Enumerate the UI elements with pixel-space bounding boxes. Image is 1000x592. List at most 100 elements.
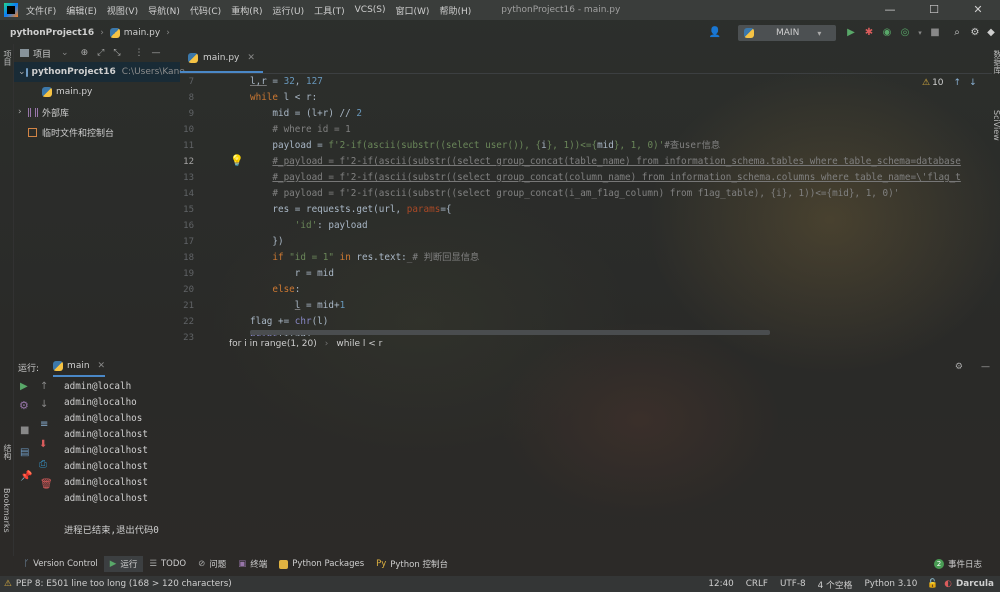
hide-icon[interactable]: — <box>981 362 990 372</box>
tool-problems[interactable]: ⊘ 问题 <box>192 556 232 572</box>
caret-position[interactable]: 12:40 <box>708 579 733 589</box>
bookmarks-tool-button[interactable]: Bookmarks <box>2 488 11 533</box>
code-line: }) <box>250 236 284 247</box>
breadcrumb-project[interactable]: pythonProject16 <box>10 28 94 38</box>
close-button[interactable]: ✕ <box>956 0 1000 20</box>
pin-icon[interactable]: 📌 <box>20 471 32 482</box>
settings-icon[interactable]: ⚙ <box>19 399 29 412</box>
structure-tool-button[interactable]: 结构 <box>2 444 13 460</box>
tree-item-main-py[interactable]: main.py <box>14 82 180 102</box>
trash-icon[interactable]: 🗑 <box>40 479 53 490</box>
menu-window[interactable]: 窗口(W) <box>396 4 430 17</box>
tool-event-log[interactable]: 2 事件日志 <box>928 556 988 572</box>
project-tool-button[interactable]: 项目 <box>2 50 13 66</box>
tool-window-bar: ᚴ Version Control ▶ 运行 ☰ TODO ⊘ 问题 ▣ 终端 Pytho… <box>0 556 1000 572</box>
collapse-all-icon[interactable]: ⤡ <box>113 48 120 58</box>
close-tab-icon[interactable]: ✕ <box>247 53 255 63</box>
run-config-label: MAIN <box>776 28 800 38</box>
scroll-to-end-icon[interactable]: ⬇ <box>39 439 47 450</box>
menu-tools[interactable]: 工具(T) <box>314 4 345 17</box>
menu-run[interactable]: 运行(U) <box>272 4 304 17</box>
code-breadcrumbs: for i in range(1, 20) › while l < r <box>220 336 962 352</box>
editor: main.py ✕ ⚠ 10 ↑ ↓ 7 8 9 10 11 12 13 14 … <box>180 44 992 350</box>
line-number: 18 <box>183 253 194 263</box>
scroll-down-icon[interactable]: ↓ <box>40 399 48 410</box>
scroll-up-icon[interactable]: ↑ <box>40 381 48 392</box>
status-message[interactable]: PEP 8: E501 line too long (168 > 120 cha… <box>16 579 232 589</box>
project-panel-title[interactable]: 项目 <box>33 47 51 60</box>
line-separator[interactable]: CRLF <box>746 579 768 589</box>
tool-todo[interactable]: ☰ TODO <box>143 556 192 572</box>
tree-item-label: 临时文件和控制台 <box>42 128 115 139</box>
run-tab-main[interactable]: main ✕ <box>53 357 106 377</box>
console-output[interactable]: admin@localh admin@localho admin@localho… <box>64 379 964 539</box>
account-icon[interactable]: 👤 <box>706 26 724 40</box>
hide-icon[interactable]: — <box>152 48 161 58</box>
debug-icon[interactable]: ✱ <box>862 26 876 40</box>
window-title: pythonProject16 - main.py <box>501 5 621 15</box>
options-icon[interactable]: ⋮ <box>135 48 144 58</box>
intention-bulb-icon[interactable]: 💡 <box>230 154 244 167</box>
tool-python-packages[interactable]: Python Packages <box>273 556 370 572</box>
database-tool-button[interactable]: 数据库 <box>992 50 1000 74</box>
tool-run[interactable]: ▶ 运行 <box>103 556 144 572</box>
line-number: 8 <box>188 93 194 103</box>
maximize-button[interactable]: ☐ <box>912 0 956 20</box>
tree-item-root[interactable]: ⌄ pythonProject16 C:\Users\Kane <box>14 62 185 82</box>
locate-icon[interactable]: ⊕ <box>81 48 89 58</box>
breadcrumb-for-loop[interactable]: for i in range(1, 20) <box>229 339 317 349</box>
code-area[interactable]: l,r = 32, 127 while l < r: mid = (l+r) /… <box>250 74 992 336</box>
process-exit-message: 进程已结束,退出代码0 <box>64 525 159 536</box>
menu-navigate[interactable]: 导航(N) <box>148 4 180 17</box>
breadcrumb-while-loop[interactable]: while l < r <box>336 339 382 349</box>
tool-terminal[interactable]: ▣ 终端 <box>232 556 273 572</box>
menu-refactor[interactable]: 重构(R) <box>231 4 262 17</box>
options-icon[interactable]: ⚙ <box>955 362 963 372</box>
sciview-tool-button[interactable]: SciView <box>992 110 1000 141</box>
menu-edit[interactable]: 编辑(E) <box>66 4 97 17</box>
run-icon[interactable]: ▶ <box>844 26 858 40</box>
layout-icon[interactable]: ▤ <box>20 447 29 458</box>
expand-all-icon[interactable]: ⤢ <box>97 48 104 58</box>
code-line: while l < r: <box>250 92 318 103</box>
print-icon[interactable]: ⎙ <box>39 459 47 470</box>
chevron-right-icon: › <box>324 339 329 349</box>
tool-version-control[interactable]: ᚴ Version Control <box>18 556 104 572</box>
tree-item-external-libraries[interactable]: › 外部库 <box>14 102 180 122</box>
tree-item-scratches[interactable]: 临时文件和控制台 <box>14 122 180 142</box>
search-icon[interactable]: ⌕ <box>950 26 964 40</box>
code-line: #_payload = f'2-if(ascii(substr((select … <box>272 156 961 167</box>
theme-name[interactable]: Darcula <box>956 579 994 589</box>
profile-icon[interactable]: ◎ <box>898 26 912 40</box>
lock-icon[interactable]: 🔓 <box>927 579 938 589</box>
project-view-icon <box>20 49 29 57</box>
menu-code[interactable]: 代码(C) <box>190 4 221 17</box>
close-tab-icon[interactable]: ✕ <box>98 361 106 371</box>
chevron-down-icon[interactable]: ⌄ <box>61 48 69 58</box>
more-run-icon[interactable]: ▾ <box>914 26 926 40</box>
console-line: admin@localhost <box>64 461 148 472</box>
project-panel-header: 项目 ⌄ ⊕ ⤢ ⤡ ⋮ — <box>14 44 180 62</box>
soft-wrap-icon[interactable]: ≡ <box>40 419 48 430</box>
horizontal-scrollbar[interactable] <box>250 330 770 335</box>
run-config-selector[interactable]: MAIN ▾ <box>738 25 836 41</box>
file-encoding[interactable]: UTF-8 <box>780 579 806 589</box>
minimize-button[interactable]: — <box>868 0 912 20</box>
python-interpreter[interactable]: Python 3.10 <box>864 579 917 589</box>
tab-main-py[interactable]: main.py ✕ <box>180 45 263 73</box>
stop-icon[interactable]: ■ <box>20 425 29 436</box>
rerun-icon[interactable]: ▶ <box>20 381 28 392</box>
code-line: l = mid+1 <box>294 300 346 311</box>
settings-icon[interactable]: ⚙ <box>968 26 982 40</box>
chevron-right-icon: › <box>166 28 170 38</box>
menu-view[interactable]: 视图(V) <box>107 4 138 17</box>
tool-python-console[interactable]: Py Python 控制台 <box>370 556 454 572</box>
menu-file[interactable]: 文件(F) <box>26 4 56 17</box>
stop-icon[interactable]: ■ <box>928 26 942 40</box>
code-line: else: <box>272 284 301 295</box>
menu-help[interactable]: 帮助(H) <box>439 4 471 17</box>
coverage-icon[interactable]: ◉ <box>880 26 894 40</box>
indent-setting[interactable]: 4 个空格 <box>818 578 853 591</box>
menu-vcs[interactable]: VCS(S) <box>355 5 386 15</box>
breadcrumb-file[interactable]: main.py <box>124 28 160 38</box>
